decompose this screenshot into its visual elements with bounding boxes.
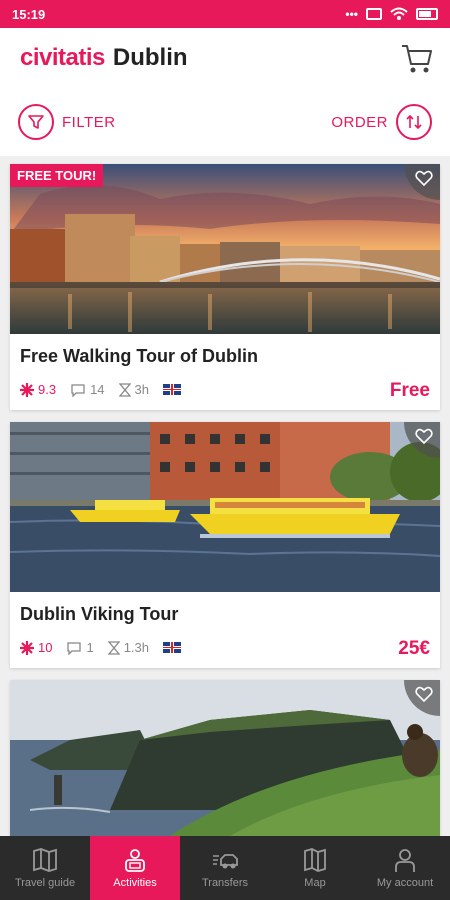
filter-button[interactable]: FILTER bbox=[18, 104, 116, 140]
status-bar: 15:19 ••• bbox=[0, 0, 450, 28]
free-tour-badge: FREE TOUR! bbox=[10, 164, 104, 187]
activity-meta: 9.3 14 3h bbox=[20, 382, 182, 397]
filter-label: FILTER bbox=[62, 113, 116, 131]
activity-title[interactable]: Dublin Viking Tour bbox=[20, 604, 178, 625]
activity-card[interactable]: FREE TOUR! Free Walking Tour of Dublin 9… bbox=[10, 164, 440, 410]
rating-value: 9.3 bbox=[38, 382, 57, 397]
sort-icon bbox=[396, 104, 432, 140]
nav-my-account[interactable]: My account bbox=[360, 836, 450, 900]
comment-icon bbox=[67, 641, 82, 655]
duration: 3h bbox=[118, 382, 150, 397]
car-icon bbox=[213, 854, 238, 869]
cart-icon[interactable] bbox=[400, 42, 434, 76]
city-title: Dublin bbox=[112, 44, 188, 71]
filter-bar: FILTER ORDER bbox=[0, 104, 450, 144]
activity-photo[interactable]: FREE TOUR! bbox=[10, 164, 440, 334]
rating-value: 10 bbox=[38, 640, 53, 655]
nav-label: My account bbox=[376, 877, 434, 889]
nav-label: Map bbox=[304, 877, 326, 889]
price: 25€ bbox=[398, 638, 430, 659]
map-icon bbox=[304, 848, 326, 872]
price: Free bbox=[389, 380, 430, 401]
uk-flag-icon bbox=[163, 384, 182, 395]
rating: 10 bbox=[20, 640, 52, 655]
notification-icon: ••• bbox=[345, 7, 358, 21]
status-time: 15:19 bbox=[12, 6, 46, 22]
activities-icon bbox=[125, 849, 145, 872]
duration: 1.3h bbox=[107, 640, 150, 655]
battery-icon bbox=[416, 8, 438, 20]
brand: civitatis Dublin bbox=[20, 44, 188, 72]
nav-label: Travel guide bbox=[14, 877, 76, 889]
comments-count: 14 bbox=[90, 382, 105, 397]
heart-icon bbox=[415, 170, 433, 186]
rating-star-icon bbox=[20, 640, 34, 655]
bottom-nav: Travel guide Activities Transfers Map My… bbox=[0, 836, 450, 900]
activity-card[interactable]: Dublin Viking Tour 10 1 1.3h 25€ bbox=[10, 422, 440, 668]
sim-icon bbox=[366, 8, 382, 20]
status-icons: ••• bbox=[345, 7, 438, 21]
ha-penny-bridge-image bbox=[10, 164, 440, 334]
comments: 1 bbox=[66, 640, 94, 655]
app-header: civitatis Dublin FILTER ORDER bbox=[0, 28, 450, 156]
order-button[interactable]: ORDER bbox=[331, 104, 432, 140]
duration-value: 1.3h bbox=[123, 640, 150, 655]
activity-title[interactable]: Free Walking Tour of Dublin bbox=[20, 346, 258, 367]
rating: 9.3 bbox=[20, 382, 56, 397]
map-book-icon bbox=[33, 848, 57, 872]
nav-transfers[interactable]: Transfers bbox=[180, 836, 270, 900]
hourglass-icon bbox=[118, 382, 131, 397]
activity-meta: 10 1 1.3h bbox=[20, 640, 182, 655]
viking-boat-image bbox=[10, 422, 440, 592]
activity-photo[interactable] bbox=[10, 680, 440, 836]
order-label: ORDER bbox=[331, 113, 388, 131]
wifi-icon bbox=[390, 7, 408, 20]
nav-label: Transfers bbox=[201, 877, 249, 889]
nav-label: Activities bbox=[113, 877, 157, 889]
rating-star-icon bbox=[20, 382, 34, 397]
comments: 14 bbox=[70, 382, 105, 397]
heart-icon bbox=[415, 686, 433, 702]
civitatis-logo[interactable]: civitatis bbox=[20, 44, 105, 72]
activity-photo[interactable] bbox=[10, 422, 440, 592]
filter-icon bbox=[18, 104, 54, 140]
comment-icon bbox=[71, 383, 85, 397]
uk-flag-icon bbox=[163, 642, 182, 653]
nav-travel-guide[interactable]: Travel guide bbox=[0, 836, 90, 900]
hourglass-icon bbox=[107, 640, 120, 655]
heart-icon bbox=[415, 428, 433, 444]
activity-card[interactable] bbox=[10, 680, 440, 836]
comments-count: 1 bbox=[86, 640, 94, 655]
nav-activities[interactable]: Activities bbox=[90, 836, 180, 900]
user-icon bbox=[395, 849, 415, 872]
cliffs-of-moher-image bbox=[10, 680, 440, 836]
nav-map[interactable]: Map bbox=[270, 836, 360, 900]
duration-value: 3h bbox=[134, 382, 150, 397]
